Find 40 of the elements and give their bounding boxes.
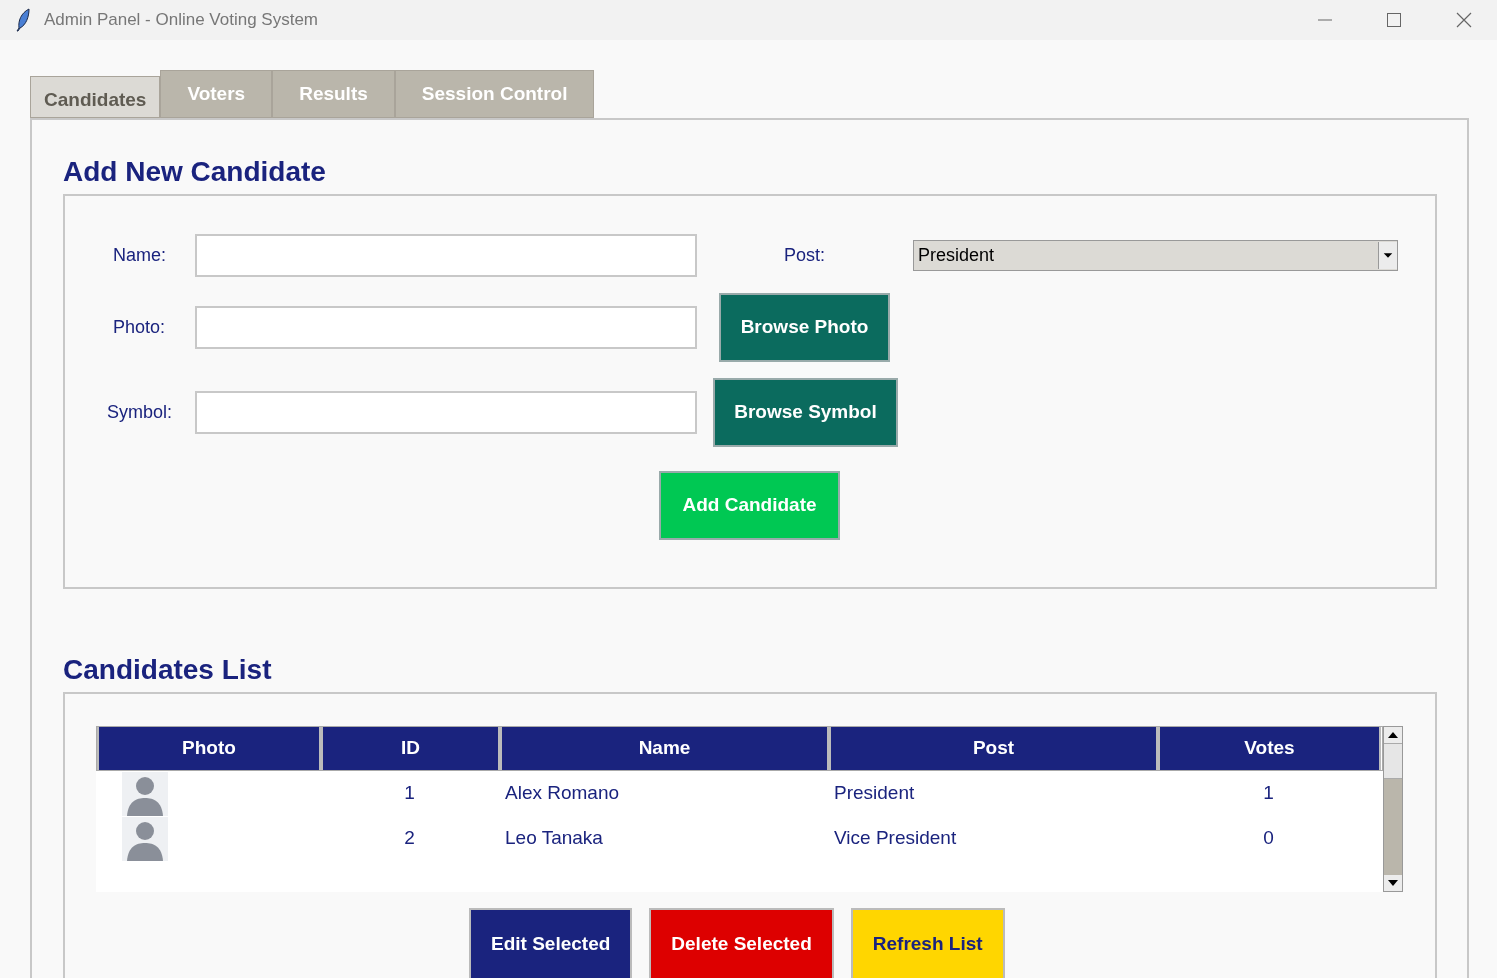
- table-cell-text: 1: [1262, 781, 1275, 806]
- action-button[interactable]: Edit Selected: [469, 908, 633, 978]
- section-title: Candidates List: [63, 653, 273, 687]
- column-header[interactable]: Post: [829, 727, 1158, 770]
- text-field[interactable]: [195, 234, 697, 277]
- text-field[interactable]: [195, 391, 697, 434]
- text-field[interactable]: [195, 306, 697, 349]
- action-button[interactable]: Delete Selected: [649, 908, 834, 978]
- person-silhouette-icon: [122, 771, 168, 816]
- browse-symbol-button[interactable]: Browse Symbol: [713, 378, 898, 447]
- table-cell-text: Leo Tanaka: [504, 826, 604, 851]
- table-cell-text: Alex Romano: [504, 781, 621, 806]
- feather-icon: [15, 8, 31, 32]
- field-label: Name:: [113, 244, 167, 267]
- window-title: Admin Panel - Online Voting System: [44, 9, 319, 32]
- column-header[interactable]: Photo: [97, 727, 321, 770]
- table-cell-text: President: [833, 781, 916, 806]
- person-silhouette-icon: [122, 816, 168, 861]
- maximize-icon[interactable]: [1386, 12, 1402, 28]
- dropdown-caret-icon: [1378, 242, 1397, 269]
- field-label: Photo:: [113, 316, 167, 339]
- action-button[interactable]: Refresh List: [850, 908, 1005, 978]
- column-header[interactable]: ID: [321, 727, 500, 770]
- scrollbar[interactable]: [1383, 726, 1403, 892]
- field-label: Symbol:: [107, 401, 174, 424]
- post-dropdown[interactable]: President: [913, 240, 1398, 271]
- tab[interactable]: Candidates: [30, 76, 161, 118]
- table-row[interactable]: 2 Leo Tanaka Vice President 0: [96, 816, 1383, 861]
- scrollbar-thumb[interactable]: [1384, 743, 1402, 779]
- close-icon[interactable]: [1456, 12, 1472, 28]
- table-cell-text: 1: [403, 781, 416, 806]
- column-header[interactable]: Votes: [1158, 727, 1381, 770]
- table-row[interactable]: 1 Alex Romano President 1: [96, 771, 1383, 816]
- table-cell-text: 0: [1262, 826, 1275, 851]
- section-title: Add New Candidate: [63, 155, 327, 189]
- browse-photo-button[interactable]: Browse Photo: [719, 293, 890, 362]
- table-cell-text: 2: [403, 826, 416, 851]
- column-header[interactable]: Name: [500, 727, 829, 770]
- field-label: Post:: [784, 244, 827, 267]
- table-cell-text: Vice President: [833, 826, 958, 851]
